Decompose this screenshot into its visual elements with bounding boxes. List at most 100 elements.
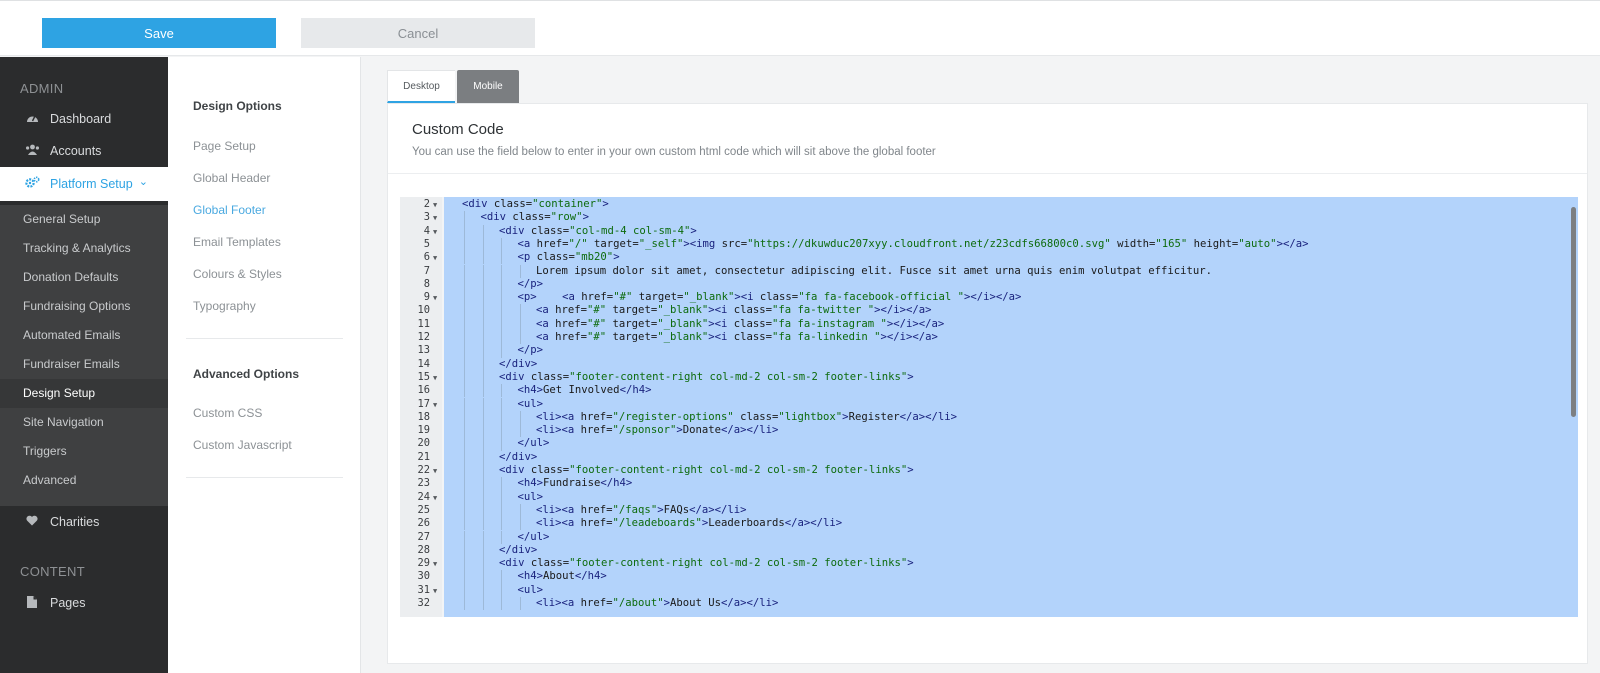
indent-guide	[464, 570, 465, 584]
indent-guide	[464, 410, 465, 425]
editor-scrollbar[interactable]	[1571, 207, 1576, 417]
fold-arrow-icon[interactable]: ▼	[433, 401, 437, 409]
line-number: 8	[423, 277, 430, 290]
indent-guide	[464, 304, 465, 318]
fold-arrow-icon[interactable]: ▼	[433, 467, 437, 475]
sub-item-tracking-analytics[interactable]: Tracking & Analytics	[23, 239, 131, 257]
fold-arrow-icon[interactable]: ▼	[433, 587, 437, 595]
submenu-custom-javascript[interactable]: Custom Javascript	[193, 438, 292, 452]
sub-item-general-setup[interactable]: General Setup	[23, 210, 100, 228]
fold-arrow-icon[interactable]: ▼	[433, 201, 437, 209]
indent-guide	[482, 224, 484, 238]
code-line: <a href="#" target="_blank"><i class="fa…	[536, 331, 938, 343]
fold-arrow-icon[interactable]: ▼	[433, 228, 437, 236]
submenu-global-footer[interactable]: Global Footer	[193, 203, 266, 217]
code-line: <div class="col-md-4 col-sm-4">	[499, 224, 697, 237]
sidebar-item-accounts[interactable]: Accounts	[0, 135, 168, 167]
sub-item-triggers[interactable]: Triggers	[23, 442, 67, 460]
line-number: 12	[417, 331, 430, 343]
indent-guide	[482, 264, 484, 278]
fold-arrow-icon[interactable]: ▼	[433, 374, 437, 382]
platform-setup-submenu: General Setup Tracking & Analytics Donat…	[0, 205, 168, 506]
line-number: 17	[417, 397, 430, 410]
indent-guide	[464, 397, 465, 411]
submenu-page-setup[interactable]: Page Setup	[193, 139, 256, 153]
fold-arrow-icon[interactable]: ▼	[433, 254, 437, 262]
submenu-email-templates[interactable]: Email Templates	[193, 235, 281, 249]
indent-guide	[464, 251, 465, 265]
code-line: <div class="row">	[480, 211, 589, 224]
tab-mobile[interactable]: Mobile	[457, 70, 519, 103]
submenu-divider	[186, 477, 343, 478]
indent-guide	[482, 304, 484, 318]
sub-item-donation-defaults[interactable]: Donation Defaults	[23, 268, 118, 286]
sub-item-design-setup[interactable]: Design Setup	[23, 384, 95, 402]
line-number: 14	[417, 357, 430, 370]
code-editor[interactable]: 2 ▼ <div class="container"> 3 ▼ <div class="r…	[400, 197, 1578, 617]
code-line: </div>	[499, 357, 538, 370]
submenu-typography[interactable]: Typography	[193, 299, 256, 313]
submenu-global-header[interactable]: Global Header	[193, 171, 270, 185]
indent-guide	[519, 424, 521, 438]
code-line: <div class="footer-content-right col-md-…	[499, 557, 914, 570]
sidebar-item-label: Dashboard	[50, 112, 112, 126]
indent-guide	[464, 424, 465, 438]
sidebar-item-charities[interactable]: Charities	[0, 506, 168, 538]
fold-arrow-icon[interactable]: ▼	[433, 214, 437, 222]
card-description: You can use the field below to enter in …	[412, 146, 936, 158]
indent-guide	[482, 477, 484, 491]
line-number: 16	[417, 384, 430, 397]
tab-desktop[interactable]: Desktop	[387, 70, 455, 103]
indent-guide	[464, 450, 465, 464]
main-content: Desktop Mobile Custom Code You can use t…	[361, 57, 1600, 673]
code-line: <p> <a href="#" target="_blank"><i class…	[517, 291, 1022, 304]
indent-guide	[464, 490, 465, 504]
heart-icon	[24, 515, 40, 529]
indent-guide	[519, 410, 521, 425]
indent-guide	[482, 237, 484, 252]
indent-guide	[482, 503, 484, 518]
code-line: </p>	[517, 277, 544, 290]
fold-arrow-icon[interactable]: ▼	[433, 560, 437, 568]
line-number: 32	[417, 597, 430, 609]
code-line: <a href="/" target="_self"><img src="htt…	[517, 237, 1309, 250]
indent-guide	[464, 543, 465, 558]
code-line: <h4>Fundraise</h4>	[517, 477, 633, 490]
indent-guide	[464, 291, 465, 305]
submenu-custom-css[interactable]: Custom CSS	[193, 406, 262, 420]
indent-guide	[519, 304, 521, 318]
indent-guide	[464, 237, 465, 252]
indent-guide	[501, 570, 502, 584]
sub-item-fundraiser-emails[interactable]: Fundraiser Emails	[23, 355, 120, 373]
line-number: 13	[417, 344, 430, 357]
sub-item-advanced[interactable]: Advanced	[23, 471, 76, 489]
indent-guide	[501, 237, 502, 252]
sidebar-item-pages[interactable]: Pages	[0, 587, 168, 619]
indent-guide	[501, 503, 502, 518]
indent-guide	[482, 410, 484, 425]
design-options-panel: Design Options Page Setup Global Header …	[168, 57, 361, 673]
fold-arrow-icon[interactable]: ▼	[433, 294, 437, 302]
sub-item-automated-emails[interactable]: Automated Emails	[23, 326, 120, 344]
indent-guide	[482, 357, 484, 371]
indent-guide	[482, 450, 484, 464]
line-number: 27	[417, 530, 430, 543]
sub-item-site-navigation[interactable]: Site Navigation	[23, 413, 104, 431]
code-line: <li><a href="/about">About Us</a></li>	[536, 597, 779, 609]
indent-guide	[482, 530, 484, 544]
line-number: 19	[417, 424, 430, 437]
fold-arrow-icon[interactable]: ▼	[433, 494, 437, 502]
indent-guide	[519, 264, 521, 278]
save-button[interactable]: Save	[42, 18, 276, 48]
indent-guide	[501, 344, 502, 358]
users-icon	[24, 144, 40, 158]
submenu-colours-styles[interactable]: Colours & Styles	[193, 267, 282, 281]
design-options-title: Design Options	[193, 99, 282, 113]
sidebar-item-dashboard[interactable]: Dashboard	[0, 103, 168, 135]
sub-item-fundraising-options[interactable]: Fundraising Options	[23, 297, 130, 315]
code-line: <div class="container">	[462, 198, 609, 210]
cancel-button[interactable]: Cancel	[301, 18, 535, 48]
line-number: 31	[417, 583, 430, 596]
indent-guide	[464, 357, 465, 371]
sidebar-item-platform-setup[interactable]: Platform Setup ⌄	[0, 167, 168, 201]
